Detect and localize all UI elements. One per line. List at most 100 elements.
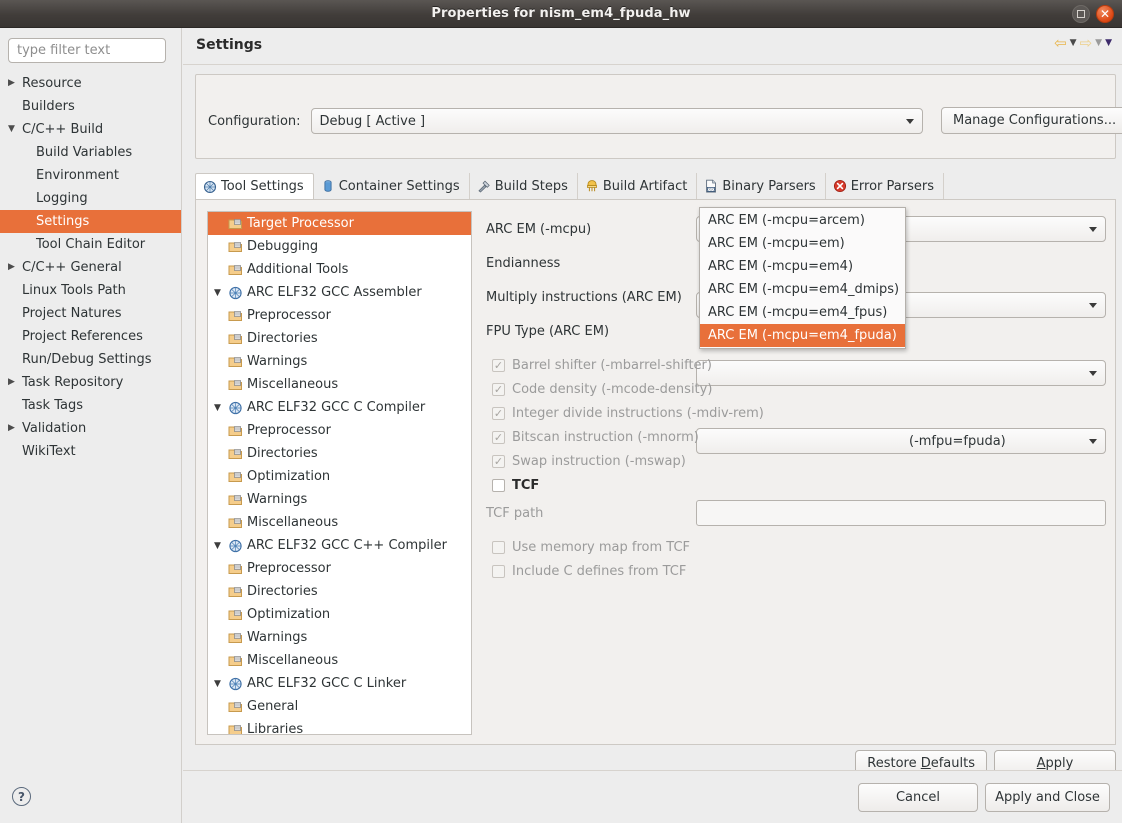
sidebar-item-project-references[interactable]: Project References bbox=[0, 325, 181, 348]
dropdown-option[interactable]: ARC EM (-mcpu=em4_fpuda) bbox=[700, 324, 905, 347]
folder-icon bbox=[228, 653, 245, 668]
tool-tree-item[interactable]: Miscellaneous bbox=[208, 373, 471, 396]
folder-icon bbox=[228, 515, 245, 530]
tab-binary-parsers[interactable]: 010 Binary Parsers bbox=[697, 173, 826, 199]
mcpu-label: ARC EM (-mcpu) bbox=[486, 221, 592, 237]
tool-tree-item[interactable]: General bbox=[208, 695, 471, 718]
dropdown-option[interactable]: ARC EM (-mcpu=em4) bbox=[700, 255, 905, 278]
tool-tree-item[interactable]: Optimization bbox=[208, 603, 471, 626]
sidebar-item-settings[interactable]: Settings bbox=[0, 210, 181, 233]
tool-tree-item-label: Warnings bbox=[247, 354, 308, 369]
forward-arrow-icon[interactable]: ⇨ bbox=[1080, 36, 1093, 51]
fpu-combo[interactable]: (-mfpu=fpuda) bbox=[696, 428, 1106, 454]
multiply-combo[interactable] bbox=[696, 360, 1106, 386]
checkbox-row[interactable]: Integer divide instructions (-mdiv-rem) bbox=[492, 402, 764, 424]
sidebar-item-wikitext[interactable]: WikiText bbox=[0, 440, 181, 463]
view-menu-icon[interactable]: ▼ bbox=[1105, 39, 1112, 48]
tool-tree-item[interactable]: Libraries bbox=[208, 718, 471, 734]
sidebar-item-project-natures[interactable]: Project Natures bbox=[0, 302, 181, 325]
filter-input[interactable] bbox=[8, 38, 166, 63]
sidebar-item-validation[interactable]: ▶ Validation bbox=[0, 417, 181, 440]
tool-tree-item-label: General bbox=[247, 699, 299, 714]
close-icon[interactable]: ✕ bbox=[1096, 5, 1114, 23]
filter-wrapper bbox=[0, 28, 181, 69]
sidebar-item-c-c-general[interactable]: ▶ C/C++ General bbox=[0, 256, 181, 279]
sidebar-item-logging[interactable]: Logging bbox=[0, 187, 181, 210]
tool-tree-item[interactable]: Preprocessor bbox=[208, 557, 471, 580]
tool-tree-item[interactable]: ▼ ARC ELF32 GCC C Compiler bbox=[208, 396, 471, 419]
chevron-down-icon[interactable]: ▼ bbox=[214, 403, 228, 413]
tool-tree-item[interactable]: Target Processor bbox=[208, 212, 471, 235]
checkbox-row[interactable]: Code density (-mcode-density) bbox=[492, 378, 712, 400]
tool-tree-item[interactable]: Preprocessor bbox=[208, 304, 471, 327]
sidebar-item-label: Logging bbox=[36, 191, 88, 206]
back-arrow-icon[interactable]: ⇦ bbox=[1054, 36, 1067, 51]
dropdown-option[interactable]: ARC EM (-mcpu=em) bbox=[700, 232, 905, 255]
chevron-down-icon[interactable]: ▼ bbox=[214, 679, 228, 689]
tool-tree-item[interactable]: Miscellaneous bbox=[208, 511, 471, 534]
apply-and-close-button[interactable]: Apply and Close bbox=[985, 783, 1110, 812]
sidebar-tree: ▶ Resource Builders ▼ C/C++ Build Build Varia… bbox=[0, 72, 181, 463]
sidebar-item-c-c-build[interactable]: ▼ C/C++ Build bbox=[0, 118, 181, 141]
checkbox-row[interactable]: Barrel shifter (-mbarrel-shifter) bbox=[492, 354, 712, 376]
tool-tree-item[interactable]: Preprocessor bbox=[208, 419, 471, 442]
tool-tree-item[interactable]: Miscellaneous bbox=[208, 649, 471, 672]
tool-tree-item[interactable]: ▼ ARC ELF32 GCC C++ Compiler bbox=[208, 534, 471, 557]
chevron-right-icon[interactable]: ▶ bbox=[8, 256, 22, 279]
sidebar-item-linux-tools-path[interactable]: Linux Tools Path bbox=[0, 279, 181, 302]
binary-parsers-icon: 010 bbox=[704, 179, 718, 193]
tool-tree-item[interactable]: Warnings bbox=[208, 488, 471, 511]
tab-error-parsers[interactable]: Error Parsers bbox=[826, 173, 944, 199]
checkbox-row[interactable]: Swap instruction (-mswap) bbox=[492, 450, 686, 472]
configuration-combo[interactable]: Debug [ Active ] bbox=[310, 108, 923, 134]
folder-icon bbox=[228, 492, 245, 507]
chevron-right-icon[interactable]: ▶ bbox=[8, 72, 22, 95]
chevron-down-icon[interactable]: ▼ bbox=[214, 288, 228, 298]
tool-tree-item[interactable]: ▼ ARC ELF32 GCC C Linker bbox=[208, 672, 471, 695]
dropdown-option[interactable]: ARC EM (-mcpu=arcem) bbox=[700, 209, 905, 232]
tool-tree-item[interactable]: ▼ ARC ELF32 GCC Assembler bbox=[208, 281, 471, 304]
folder-icon bbox=[228, 423, 245, 438]
maximize-icon[interactable] bbox=[1072, 5, 1090, 23]
back-dropdown-icon[interactable]: ▼ bbox=[1070, 39, 1077, 48]
tab-tool-settings[interactable]: Tool Settings bbox=[195, 173, 314, 199]
dropdown-option[interactable]: ARC EM (-mcpu=em4_fpus) bbox=[700, 301, 905, 324]
forward-dropdown-icon[interactable]: ▼ bbox=[1095, 39, 1102, 48]
tool-tree-item[interactable]: Warnings bbox=[208, 350, 471, 373]
checkbox-row[interactable]: TCF bbox=[492, 474, 539, 496]
cancel-button[interactable]: Cancel bbox=[858, 783, 978, 812]
sidebar-item-task-repository[interactable]: ▶ Task Repository bbox=[0, 371, 181, 394]
tool-tree-item[interactable]: Warnings bbox=[208, 626, 471, 649]
multiply-label: Multiply instructions (ARC EM) bbox=[486, 289, 682, 305]
checkbox-icon[interactable] bbox=[492, 478, 505, 492]
tab-build-artifact[interactable]: Build Artifact bbox=[578, 173, 698, 199]
sidebar-item-builders[interactable]: Builders bbox=[0, 95, 181, 118]
sidebar-item-resource[interactable]: ▶ Resource bbox=[0, 72, 181, 95]
checkbox-row[interactable]: Bitscan instruction (-mnorm) bbox=[492, 426, 699, 448]
mcpu-dropdown-popup[interactable]: ARC EM (-mcpu=arcem) ARC EM (-mcpu=em) ARC… bbox=[699, 207, 906, 349]
tab-container-settings[interactable]: Container Settings bbox=[314, 173, 470, 199]
tool-tree-item[interactable]: Directories bbox=[208, 580, 471, 603]
help-icon[interactable]: ? bbox=[12, 787, 31, 806]
dropdown-option[interactable]: ARC EM (-mcpu=em4_dmips) bbox=[700, 278, 905, 301]
chevron-down-icon[interactable]: ▼ bbox=[8, 118, 22, 141]
sidebar-item-task-tags[interactable]: Task Tags bbox=[0, 394, 181, 417]
tool-tree-item[interactable]: Debugging bbox=[208, 235, 471, 258]
sidebar-item-environment[interactable]: Environment bbox=[0, 164, 181, 187]
tab-build-steps[interactable]: Build Steps bbox=[470, 173, 578, 199]
tool-tree-item[interactable]: Optimization bbox=[208, 465, 471, 488]
header-separator bbox=[183, 64, 1122, 65]
sidebar-item-run-debug-settings[interactable]: Run/Debug Settings bbox=[0, 348, 181, 371]
chevron-right-icon[interactable]: ▶ bbox=[8, 417, 22, 440]
chevron-right-icon[interactable]: ▶ bbox=[8, 371, 22, 394]
sidebar-item-build-variables[interactable]: Build Variables bbox=[0, 141, 181, 164]
tool-tree-item[interactable]: Directories bbox=[208, 442, 471, 465]
manage-configurations-button[interactable]: Manage Configurations... bbox=[941, 107, 1122, 134]
sidebar-item-tool-chain-editor[interactable]: Tool Chain Editor bbox=[0, 233, 181, 256]
chevron-down-icon[interactable]: ▼ bbox=[214, 541, 228, 551]
tcf-path-input[interactable] bbox=[696, 500, 1106, 526]
sidebar-item-label: Resource bbox=[22, 76, 82, 91]
tool-tree-item[interactable]: Additional Tools bbox=[208, 258, 471, 281]
tool-tree-item[interactable]: Directories bbox=[208, 327, 471, 350]
checkbox-label: Use memory map from TCF bbox=[512, 539, 691, 555]
